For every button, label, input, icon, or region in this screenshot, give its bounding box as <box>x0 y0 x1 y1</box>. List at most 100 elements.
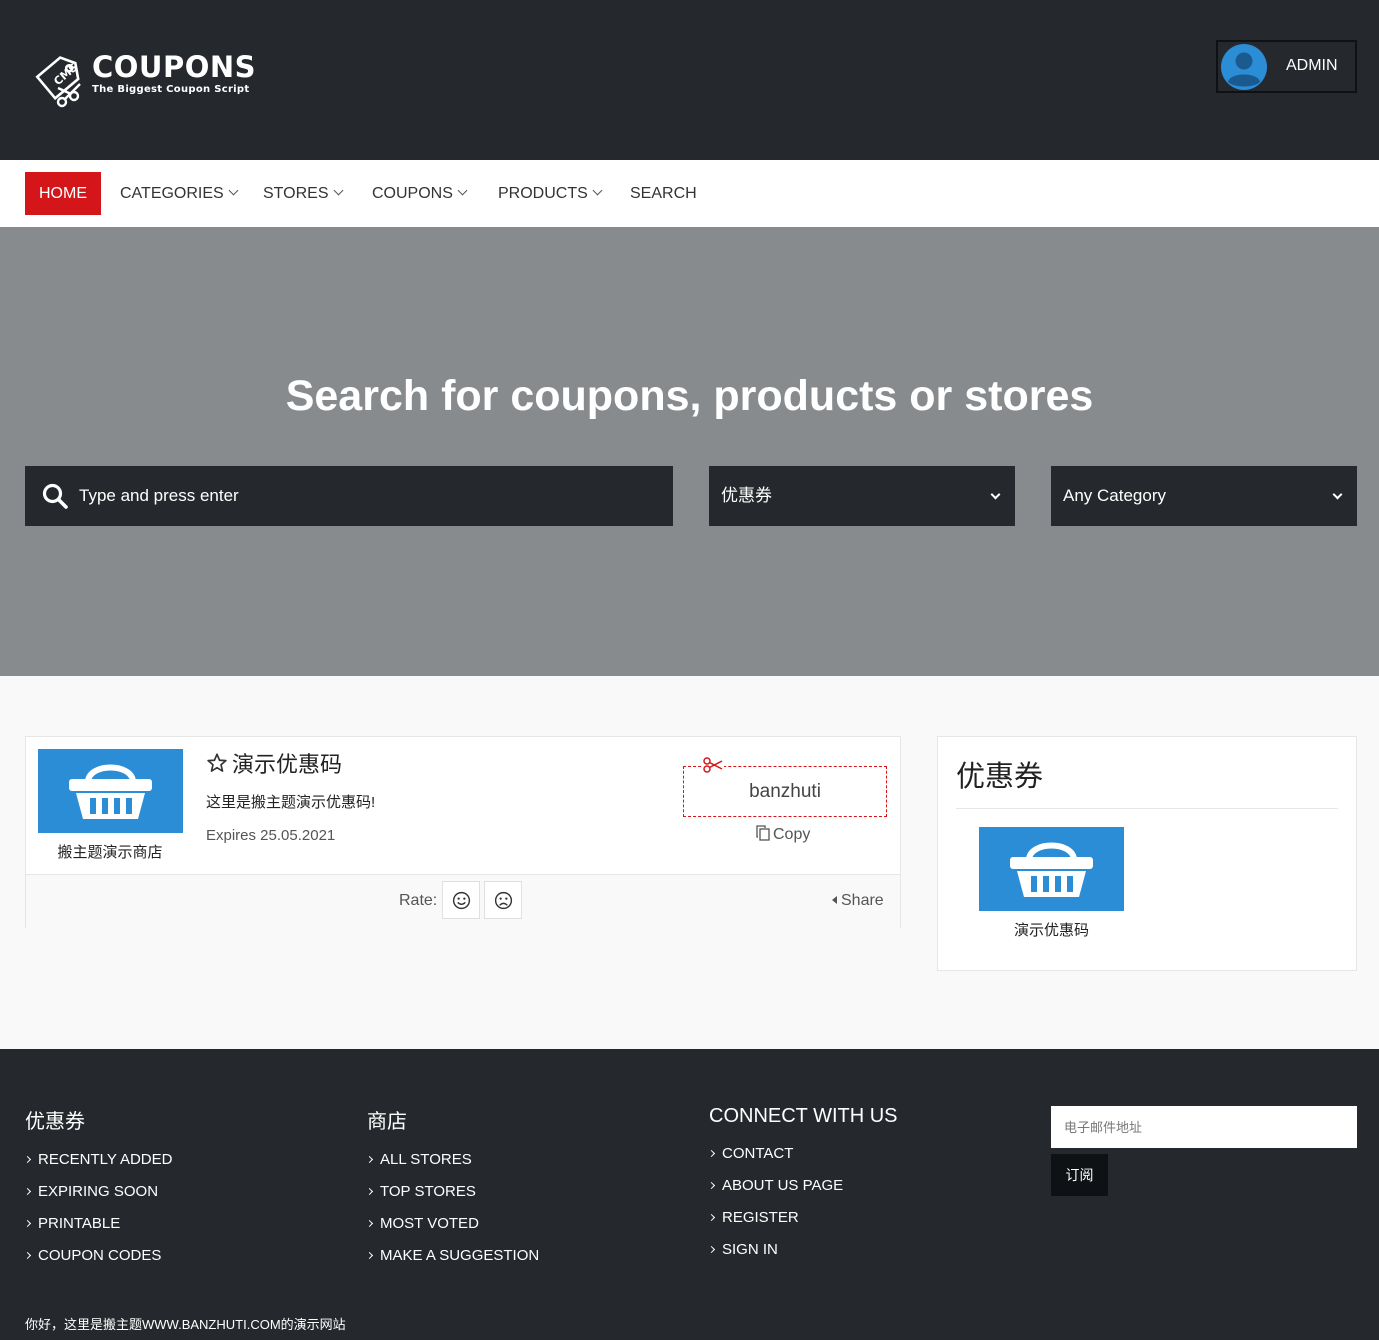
shopping-basket-icon <box>69 764 152 819</box>
coupons-widget: 优惠券 演示优惠码 <box>937 736 1357 971</box>
chevron-down-icon <box>333 185 343 196</box>
coupon-card-footer: Rate: Share <box>26 874 900 928</box>
footer-link-register[interactable]: REGISTER <box>707 1210 898 1242</box>
coupon-description: 这里是搬主题演示优惠码! <box>206 794 376 811</box>
copy-code-button[interactable]: Copy <box>755 825 810 844</box>
footer-link-coupon-codes[interactable]: COUPON CODES <box>23 1247 172 1280</box>
footer-link-all-stores[interactable]: ALL STORES <box>365 1151 539 1184</box>
search-input[interactable] <box>79 466 659 526</box>
coupon-card: 搬主题演示商店 演示优惠码 这里是搬主题演示优惠码! Expires 25.05… <box>25 736 901 928</box>
rate-label: Rate: <box>399 892 438 909</box>
share-button[interactable]: Share <box>832 892 884 910</box>
scissors-icon <box>702 757 724 773</box>
nav-products-label: PRODUCTS <box>498 185 588 202</box>
site-logo[interactable]: CMS COUPONS The Biggest Coupon Script <box>32 44 256 110</box>
footer-link-printable[interactable]: PRINTABLE <box>23 1215 172 1248</box>
chevron-right-icon <box>365 1251 374 1260</box>
footer-link-expiring-soon[interactable]: EXPIRING SOON <box>23 1183 172 1216</box>
frown-icon <box>494 891 513 910</box>
footer-link-label: RECENTLY ADDED <box>38 1151 173 1168</box>
shopping-basket-icon <box>1010 842 1093 897</box>
nav-coupons-label: COUPONS <box>372 185 453 202</box>
chevron-right-icon <box>707 1181 716 1190</box>
footer-link-sign-in[interactable]: SIGN IN <box>707 1242 898 1274</box>
widget-divider <box>956 808 1338 809</box>
admin-account-button[interactable]: ADMIN <box>1216 40 1357 93</box>
user-avatar-icon <box>1221 44 1267 90</box>
search-box[interactable] <box>25 466 673 526</box>
footer-link-label: ABOUT US PAGE <box>722 1177 844 1194</box>
widget-coupon-thumbnail[interactable] <box>979 827 1124 911</box>
chevron-right-icon <box>707 1213 716 1222</box>
chevron-right-icon <box>707 1245 716 1254</box>
subscribe-button[interactable]: 订阅 <box>1051 1154 1108 1196</box>
chevron-right-icon <box>707 1149 716 1158</box>
nav-categories[interactable]: CATEGORIES <box>120 172 239 215</box>
top-header: CMS COUPONS The Biggest Coupon Script AD… <box>0 0 1379 160</box>
store-name-link[interactable]: 搬主题演示商店 <box>26 841 194 862</box>
copy-label: Copy <box>773 826 811 843</box>
footer-column-connect: CONNECT WITH US CONTACT ABOUT US PAGE RE… <box>707 1105 898 1274</box>
footer-link-label: CONTACT <box>722 1145 794 1162</box>
nav-coupons[interactable]: COUPONS <box>372 172 468 215</box>
coupon-expiry: Expires 25.05.2021 <box>206 827 336 844</box>
nav-home-label: HOME <box>39 185 87 202</box>
rate-positive-button[interactable] <box>442 881 480 919</box>
chevron-right-icon <box>23 1155 32 1164</box>
chevron-down-icon <box>457 185 468 196</box>
footer-link-label: EXPIRING SOON <box>38 1183 159 1200</box>
footer-heading: 商店 <box>367 1111 407 1133</box>
search-icon <box>42 483 68 509</box>
footer-link-label: COUPON CODES <box>38 1247 162 1264</box>
copyright-text: 你好，这里是搬主题WWW.BANZHUTI.COM的演示网站 <box>25 1317 346 1332</box>
type-select-value: 优惠券 <box>721 486 772 505</box>
coupon-title: 演示优惠码 <box>232 752 343 777</box>
type-select[interactable]: 优惠券 <box>709 466 1015 526</box>
chevron-down-icon <box>228 185 239 196</box>
footer-link-label: MAKE A SUGGESTION <box>380 1247 540 1264</box>
copy-icon <box>756 825 770 841</box>
footer-link-recently-added[interactable]: RECENTLY ADDED <box>23 1151 173 1184</box>
hero-search-section: Search for coupons, products or stores 优… <box>0 227 1379 676</box>
coupon-title-link[interactable]: 演示优惠码 <box>206 747 342 779</box>
site-footer: 优惠券 RECENTLY ADDED EXPIRING SOON PRINTAB… <box>0 1049 1379 1340</box>
footer-heading: 优惠券 <box>25 1111 85 1133</box>
footer-link-label: PRINTABLE <box>38 1215 121 1232</box>
main-navigation: HOME CATEGORIES STORES COUPONS PRODUCTS … <box>0 160 1379 227</box>
newsletter-email-input[interactable] <box>1051 1106 1357 1148</box>
footer-link-label: MOST VOTED <box>380 1215 479 1232</box>
smile-icon <box>452 891 471 910</box>
footer-link-label: TOP STORES <box>380 1183 476 1200</box>
footer-link-most-voted[interactable]: MOST VOTED <box>365 1215 539 1248</box>
footer-link-contact[interactable]: CONTACT <box>707 1145 898 1178</box>
footer-heading: CONNECT WITH US <box>709 1105 898 1127</box>
nav-search[interactable]: SEARCH <box>630 172 697 215</box>
chevron-right-icon <box>23 1251 32 1260</box>
chevron-right-icon <box>365 1155 374 1164</box>
nav-stores-label: STORES <box>263 185 329 202</box>
widget-coupon-caption[interactable]: 演示优惠码 <box>979 919 1124 940</box>
nav-categories-label: CATEGORIES <box>120 185 224 202</box>
chevron-right-icon <box>365 1219 374 1228</box>
chevron-down-icon <box>1332 489 1343 500</box>
nav-search-label: SEARCH <box>630 185 697 202</box>
rate-negative-button[interactable] <box>484 881 522 919</box>
logo-tagline: The Biggest Coupon Script <box>92 84 250 95</box>
footer-link-label: ALL STORES <box>380 1151 472 1168</box>
footer-column-stores: 商店 ALL STORES TOP STORES MOST VOTED MAKE… <box>365 1105 540 1280</box>
footer-link-make-suggestion[interactable]: MAKE A SUGGESTION <box>365 1247 540 1280</box>
store-thumbnail[interactable] <box>38 749 183 833</box>
footer-link-about-us[interactable]: ABOUT US PAGE <box>707 1177 898 1210</box>
category-select[interactable]: Any Category <box>1051 466 1357 526</box>
chevron-right-icon <box>23 1187 32 1196</box>
cms-logo-icon: CMS <box>35 56 81 108</box>
share-label: Share <box>841 892 884 909</box>
nav-products[interactable]: PRODUCTS <box>498 172 603 215</box>
coupon-code-box[interactable]: banzhuti <box>683 766 887 817</box>
chevron-right-icon <box>23 1219 32 1228</box>
footer-link-top-stores[interactable]: TOP STORES <box>365 1183 539 1216</box>
nav-home[interactable]: HOME <box>25 172 101 215</box>
nav-stores[interactable]: STORES <box>263 172 343 215</box>
category-select-value: Any Category <box>1063 486 1166 505</box>
chevron-down-icon <box>592 185 603 196</box>
